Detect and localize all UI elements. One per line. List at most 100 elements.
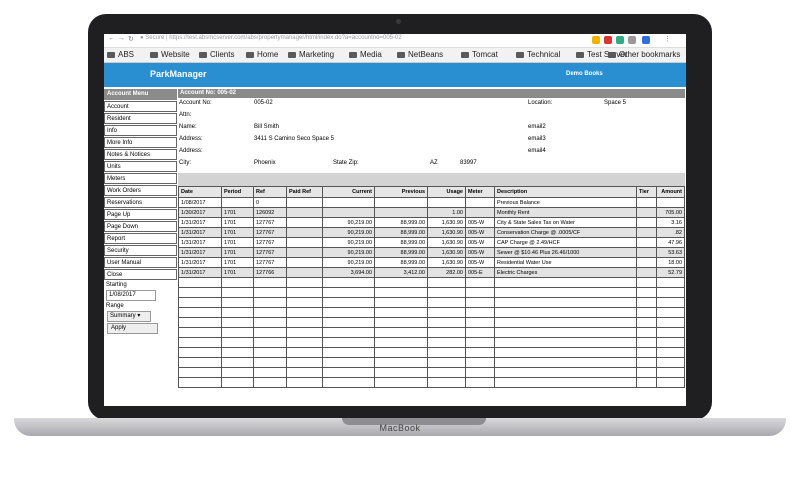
bookmark-tomcat[interactable]: Tomcat <box>461 50 498 59</box>
empty-cell <box>253 307 287 318</box>
menu-item-info[interactable]: Info <box>104 125 177 136</box>
forward-icon[interactable]: → <box>118 35 125 42</box>
empty-cell <box>221 377 254 388</box>
bookmark-abs[interactable]: ABS <box>107 50 134 59</box>
url-text[interactable]: ● Secure | https://test.absmcserver.com/… <box>140 35 402 41</box>
empty-cell <box>322 377 375 388</box>
range-select[interactable]: Summary ▾ <box>107 311 151 322</box>
cell-ref: 126092 <box>253 207 287 218</box>
menu-item-close[interactable]: Close <box>104 269 177 280</box>
cell-meter: 005-W <box>465 237 495 248</box>
menu-item-notes-notices[interactable]: Notes & Notices <box>104 149 177 160</box>
folder-icon <box>461 52 469 58</box>
menu-item-page-up[interactable]: Page Up <box>104 209 177 220</box>
empty-cell <box>465 367 495 378</box>
empty-cell <box>374 307 428 318</box>
email4-label: email4 <box>528 148 546 154</box>
menu-item-page-down[interactable]: Page Down <box>104 221 177 232</box>
cell-tier <box>636 237 657 248</box>
cell-amount: 3.16 <box>656 217 685 228</box>
bookmark-netbeans[interactable]: NetBeans <box>397 50 443 59</box>
bookmark-label: Tomcat <box>472 50 498 59</box>
empty-cell <box>427 297 466 308</box>
cell-current: 90,219.00 <box>322 237 375 248</box>
cell-previous: 88,999.00 <box>374 217 428 228</box>
range-label: Range <box>106 303 124 309</box>
cell-paid-ref <box>286 207 323 218</box>
menu-item-reservations[interactable]: Reservations <box>104 197 177 208</box>
table-row: 1/31/2017 1701 127767 90,219.00 88,999.00 1,6… <box>178 237 685 248</box>
account-menu: Account Menu Account Resident Info More Inf… <box>104 89 177 334</box>
extension-green-icon[interactable] <box>616 36 624 44</box>
cell-ref: 127767 <box>253 247 287 258</box>
extension-gray-icon[interactable] <box>628 36 636 44</box>
empty-cell <box>374 337 428 348</box>
extension-blue-icon[interactable] <box>642 36 650 44</box>
address-bar[interactable]: ← → ↻ ● Secure | https://test.absmcserve… <box>104 34 686 48</box>
starting-label: Starting <box>106 282 127 288</box>
back-icon[interactable]: ← <box>108 35 115 42</box>
bookmark-home[interactable]: Home <box>246 50 278 59</box>
cell-description: Conservation Charge @ .0005/CF <box>494 227 637 238</box>
cell-previous: 88,999.00 <box>374 227 428 238</box>
cell-amount: 52.79 <box>656 267 685 278</box>
name-label: Name: <box>179 124 197 130</box>
account-info: Account No: 005-02 Location: Space 5 Att… <box>178 98 685 173</box>
empty-cell <box>656 307 685 318</box>
empty-cell <box>178 377 222 388</box>
empty-cell <box>286 367 323 378</box>
star-icon[interactable] <box>592 36 600 44</box>
empty-cell <box>221 277 254 288</box>
menu-item-user-manual[interactable]: User Manual <box>104 257 177 268</box>
bookmark-clients[interactable]: Clients <box>199 50 234 59</box>
bookmark-media[interactable]: Media <box>349 50 382 59</box>
empty-table-row <box>178 297 685 308</box>
empty-cell <box>322 287 375 298</box>
menu-item-units[interactable]: Units <box>104 161 177 172</box>
attn-label: Attn: <box>179 112 192 118</box>
col-current: Current <box>322 186 375 198</box>
folder-icon <box>288 52 296 58</box>
menu-item-report[interactable]: Report <box>104 233 177 244</box>
cell-previous <box>374 207 428 218</box>
bookmark-website[interactable]: Website <box>150 50 190 59</box>
menu-item-work-orders[interactable]: Work Orders <box>104 185 177 196</box>
empty-cell <box>494 297 637 308</box>
empty-cell <box>322 307 375 318</box>
cell-usage: 282.00 <box>427 267 466 278</box>
account-no-value: 005-02 <box>254 100 273 106</box>
cell-period: 1701 <box>221 257 254 268</box>
reload-icon[interactable]: ↻ <box>128 35 134 43</box>
menu-item-more-info[interactable]: More Info <box>104 137 177 148</box>
menu-item-account[interactable]: Account <box>104 101 177 112</box>
bookmark-label: Website <box>161 50 190 59</box>
folder-icon <box>516 52 524 58</box>
cell-ref: 127766 <box>253 267 287 278</box>
extension-red-icon[interactable] <box>604 36 612 44</box>
empty-cell <box>465 357 495 368</box>
bookmark-technical[interactable]: Technical <box>516 50 560 59</box>
bookmark-marketing[interactable]: Marketing <box>288 50 334 59</box>
menu-item-meters[interactable]: Meters <box>104 173 177 184</box>
other-bookmarks[interactable]: Other bookmarks <box>608 50 680 59</box>
cell-previous: 88,999.00 <box>374 237 428 248</box>
cell-ref: 127767 <box>253 257 287 268</box>
empty-cell <box>636 277 657 288</box>
col-description: Description <box>494 186 637 198</box>
folder-icon <box>107 52 115 58</box>
apply-button[interactable]: Apply <box>107 323 158 334</box>
empty-cell <box>374 297 428 308</box>
starting-date-input[interactable]: 1/08/2017 <box>106 290 156 301</box>
folder-icon <box>150 52 158 58</box>
empty-table-row <box>178 307 685 318</box>
empty-cell <box>636 357 657 368</box>
laptop-brand: MacBook <box>379 423 421 433</box>
empty-cell <box>253 277 287 288</box>
cell-meter <box>465 207 495 218</box>
menu-item-resident[interactable]: Resident <box>104 113 177 124</box>
empty-cell <box>374 367 428 378</box>
menu-item-security[interactable]: Security <box>104 245 177 256</box>
bookmark-label: ABS <box>118 50 135 59</box>
cell-previous <box>374 197 428 208</box>
menu-icon[interactable]: ⋮ <box>664 35 671 43</box>
